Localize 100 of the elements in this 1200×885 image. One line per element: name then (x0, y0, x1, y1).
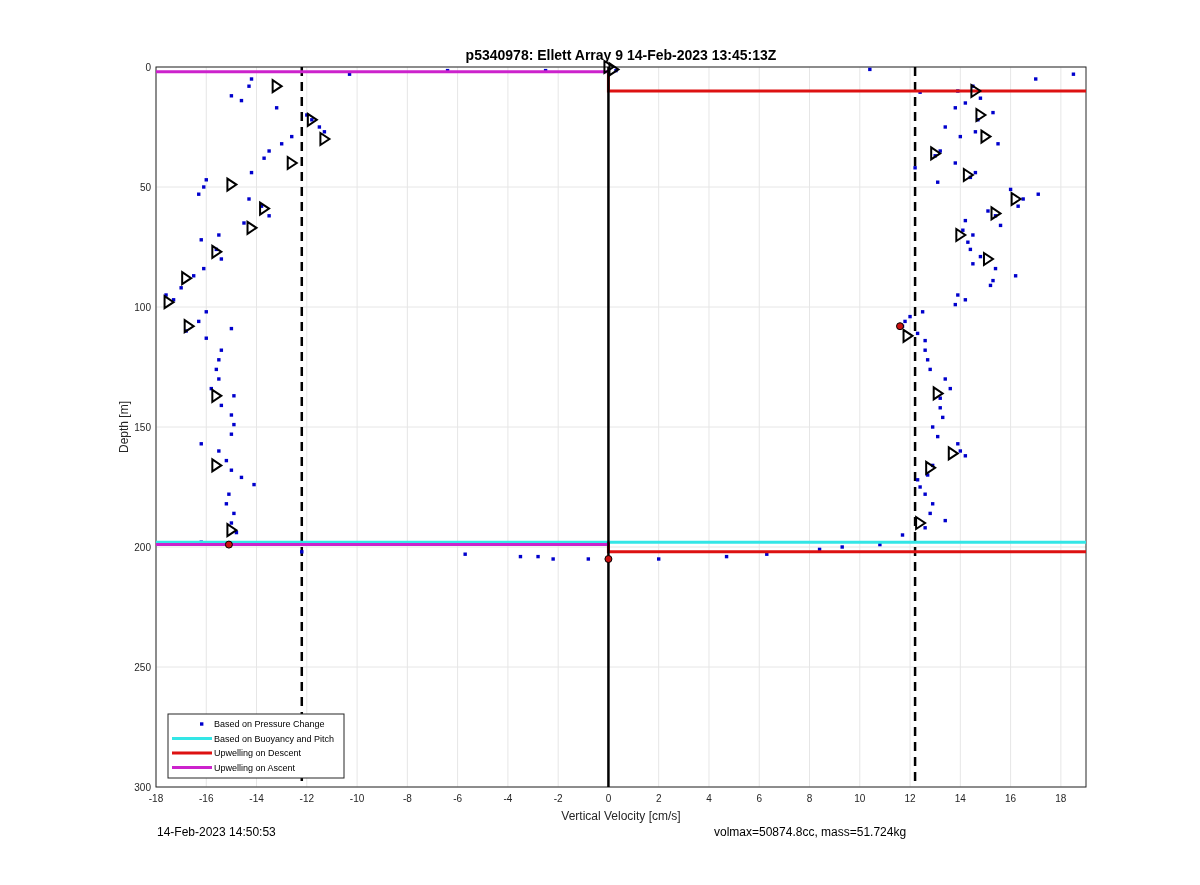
triangle-marker (608, 61, 621, 78)
data-point (197, 319, 201, 324)
data-point (925, 473, 930, 477)
legend-label: Upwelling on Ascent (214, 762, 296, 773)
triangle-marker (915, 515, 927, 531)
data-point (259, 204, 264, 208)
triangle-marker (286, 155, 299, 171)
triangle-marker (163, 294, 176, 311)
data-point (915, 331, 920, 336)
triangle-marker (211, 243, 224, 260)
tick-label: 4 (706, 793, 712, 804)
data-point (971, 262, 975, 266)
data-point (938, 396, 942, 400)
tick-label: 0 (605, 793, 612, 804)
data-point (868, 67, 872, 72)
data-point (986, 209, 990, 213)
data-point (918, 485, 922, 489)
triangle-marker (980, 128, 993, 145)
tick-label: 2 (655, 793, 662, 804)
legend-label: Based on Buoyancy and Pitch (214, 733, 335, 744)
data-point (164, 293, 168, 297)
data-point (971, 84, 975, 88)
tick-label: 12 (904, 793, 916, 804)
data-point (239, 475, 244, 480)
data-point (1036, 192, 1040, 196)
data-point (262, 156, 266, 160)
legend-swatch (172, 751, 212, 755)
data-point (224, 502, 229, 506)
triangle-marker (955, 227, 968, 243)
tick-label: -18 (148, 793, 164, 804)
triangle-marker (990, 205, 1003, 222)
triangle-marker (226, 522, 239, 539)
data-point (938, 406, 942, 410)
data-point (445, 68, 450, 73)
data-point (209, 386, 213, 391)
data-point (219, 403, 224, 408)
data-point (280, 142, 284, 146)
tick-label: 50 (139, 182, 151, 193)
data-point (197, 192, 201, 196)
data-point (252, 482, 256, 487)
data-point (840, 545, 844, 549)
triangle-marker (183, 318, 196, 335)
triangle-marker (947, 445, 960, 462)
tick-label: 200 (134, 542, 151, 553)
data-point (267, 149, 271, 153)
data-point (1008, 187, 1013, 192)
data-point (657, 557, 661, 561)
data-point (219, 348, 224, 352)
data-point (290, 134, 294, 139)
data-point (217, 233, 221, 237)
data-point (274, 106, 279, 110)
data-point (249, 170, 254, 175)
data-point (978, 254, 983, 259)
data-point (229, 413, 234, 417)
data-point (247, 197, 251, 201)
data-point (536, 554, 540, 559)
legend-swatch (172, 737, 212, 740)
data-point (614, 68, 618, 73)
data-point (953, 302, 957, 307)
tick-label: -8 (402, 793, 412, 804)
tick-label: 18 (1055, 793, 1067, 804)
data-point (204, 336, 208, 340)
tick-label: -10 (349, 793, 365, 804)
data-point (913, 166, 917, 170)
triangle-marker (975, 107, 988, 123)
tick-label: 300 (134, 782, 151, 793)
data-point (204, 310, 208, 314)
data-point (993, 266, 998, 271)
data-point (586, 557, 590, 561)
data-point (199, 442, 203, 446)
data-point (978, 96, 983, 100)
tick-label: -16 (199, 793, 214, 804)
data-point (463, 552, 467, 556)
data-point (229, 468, 234, 472)
data-point (993, 214, 998, 218)
data-point (227, 492, 231, 496)
data-point (920, 310, 925, 314)
data-point (931, 425, 935, 429)
data-point (961, 228, 965, 232)
data-point (242, 221, 246, 225)
triangle-marker (982, 251, 995, 267)
triangle-marker (181, 270, 193, 287)
triangle-marker (932, 385, 945, 402)
data-point (1016, 204, 1020, 208)
data-point (1013, 274, 1018, 278)
data-point (958, 134, 962, 139)
data-point (229, 521, 234, 525)
legend-swatch (172, 766, 212, 769)
tick-label: 14 (954, 793, 966, 804)
dot-marker (896, 322, 904, 331)
tick-label: 100 (134, 302, 151, 313)
data-point (234, 530, 239, 535)
data-point (963, 298, 968, 302)
data-point (976, 118, 980, 122)
data-point (956, 89, 960, 93)
legend-label: Based on Pressure Change (214, 719, 325, 729)
triangle-marker (306, 111, 319, 128)
triangle-marker (211, 457, 224, 474)
data-point (247, 84, 251, 88)
data-point (923, 526, 927, 530)
